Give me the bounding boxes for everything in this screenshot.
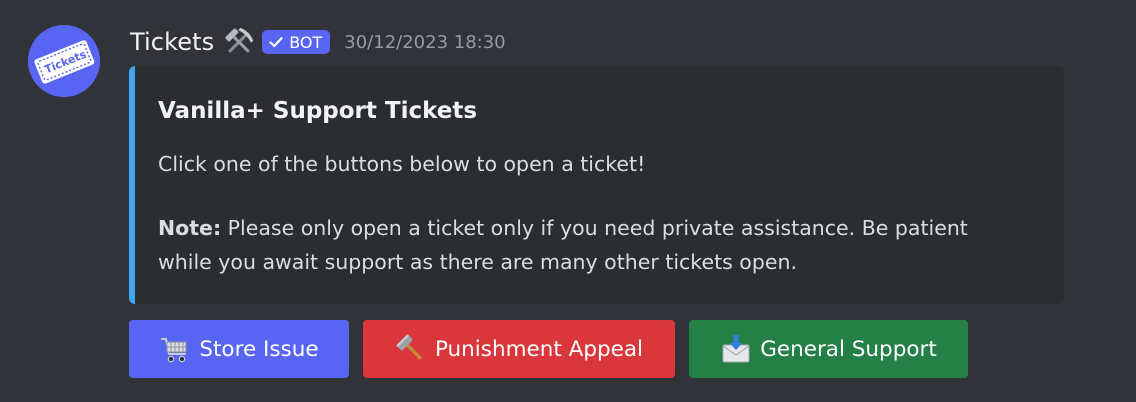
general-support-label: General Support bbox=[760, 336, 937, 362]
embed-note-label: Note: bbox=[158, 216, 222, 240]
store-issue-label: Store Issue bbox=[199, 336, 319, 362]
general-support-button[interactable]: General Support bbox=[689, 320, 968, 378]
embed-note-text: Please only open a ticket only if you ne… bbox=[221, 216, 968, 240]
timestamp[interactable]: 30/12/2023 18:30 bbox=[344, 32, 505, 53]
message-header: Tickets BOT 30/12/2023 18:30 bbox=[130, 24, 506, 60]
hammer-icon bbox=[395, 333, 427, 365]
author-name[interactable]: Tickets bbox=[130, 28, 214, 56]
embed-title: Vanilla+ Support Tickets bbox=[158, 98, 478, 124]
embed-accent-bar bbox=[129, 66, 135, 304]
bot-tag-label: BOT bbox=[289, 32, 323, 52]
envelope-with-arrow-icon bbox=[720, 333, 752, 365]
ticket-logo-icon: Tickets bbox=[28, 25, 100, 97]
shopping-cart-icon bbox=[159, 333, 191, 365]
embed-description-line: Click one of the buttons below to open a… bbox=[158, 152, 646, 176]
store-issue-button[interactable]: Store Issue bbox=[129, 320, 349, 378]
avatar[interactable]: Tickets bbox=[28, 25, 100, 97]
punishment-appeal-label: Punishment Appeal bbox=[434, 336, 644, 362]
bot-tag: BOT bbox=[262, 30, 331, 54]
embed: Vanilla+ Support Tickets Click one of th… bbox=[129, 66, 1064, 304]
embed-note: Note: Please only open a ticket only if … bbox=[158, 216, 968, 240]
embed-note-continued: while you await support as there are man… bbox=[158, 250, 797, 274]
chat-message: Tickets Tickets BOT 30/12/2023 18:30 Van… bbox=[0, 0, 1136, 402]
punishment-appeal-button[interactable]: Punishment Appeal bbox=[363, 320, 675, 378]
verified-check-icon bbox=[269, 37, 283, 48]
hammer-and-pick-icon bbox=[222, 25, 256, 59]
